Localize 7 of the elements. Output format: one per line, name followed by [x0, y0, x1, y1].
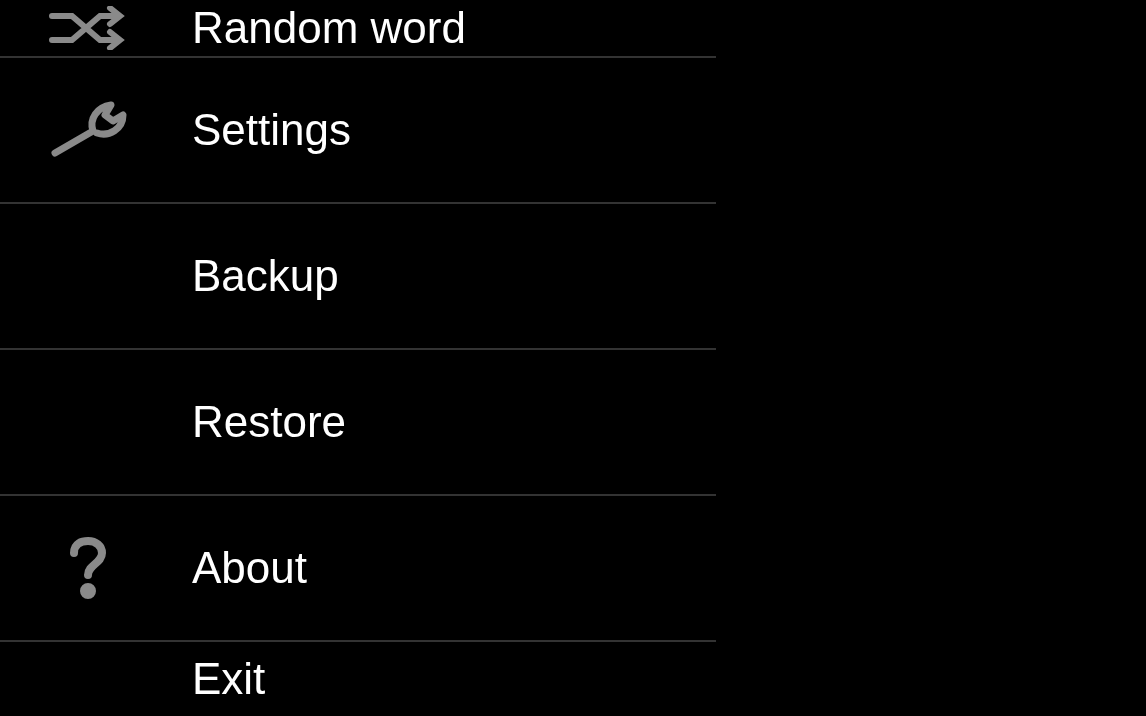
- menu-item[interactable]: Restore: [0, 350, 716, 496]
- menu-item[interactable]: Random word: [0, 0, 716, 58]
- menu-item[interactable]: Exit: [0, 642, 716, 716]
- menu-item[interactable]: About: [0, 496, 716, 642]
- menu-item[interactable]: Settings: [0, 58, 716, 204]
- menu-item[interactable]: Backup: [0, 204, 716, 350]
- help-icon: [68, 537, 108, 599]
